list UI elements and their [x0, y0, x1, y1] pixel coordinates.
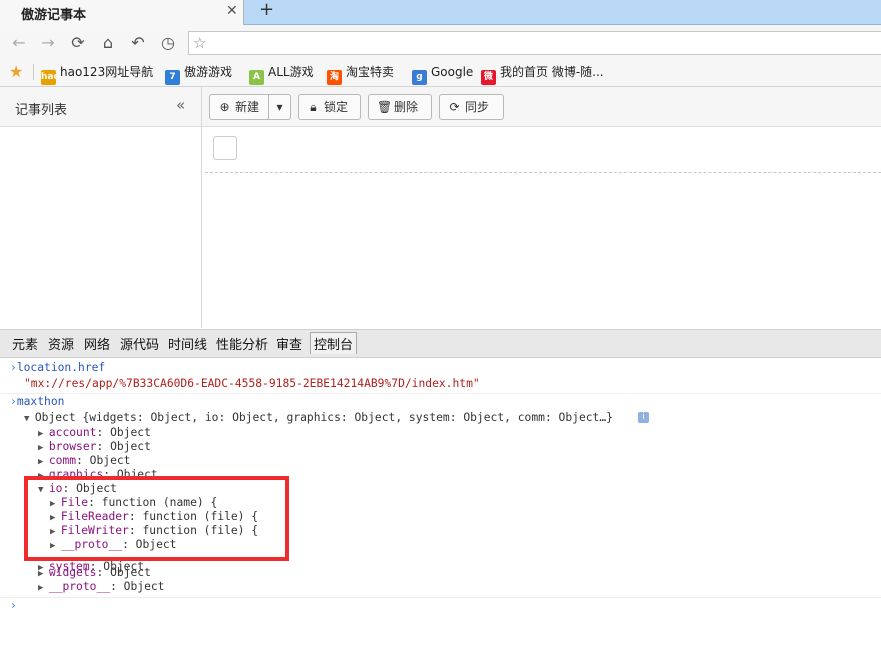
property-key: widgets [48, 566, 97, 579]
collapsed-triangle-icon: ▶ [38, 583, 49, 593]
colon: : [110, 580, 124, 593]
info-icon[interactable]: i [638, 412, 649, 423]
collapse-sidebar-icon[interactable]: « [176, 96, 185, 114]
close-tab-icon[interactable]: ✕ [226, 3, 238, 19]
property-value: Object [110, 426, 151, 439]
console-property: ▶ browser: Object [38, 440, 151, 455]
all-game-icon: A [249, 70, 264, 85]
bookmark-label: 傲游游戏 [184, 65, 233, 79]
history-icon[interactable]: ◷ [158, 33, 178, 53]
devtools-tab[interactable]: 资源 [48, 334, 74, 353]
console-separator [0, 393, 881, 394]
bookmark-item[interactable]: A ALL游戏 [249, 63, 314, 85]
property-value: Object [110, 440, 151, 453]
property-value: Object [123, 580, 165, 593]
favorite-star-icon[interactable]: ☆ [193, 34, 206, 52]
devtools-tab[interactable]: 元素 [12, 334, 38, 353]
console-property: ▶ widgets: Object [38, 566, 151, 581]
divider [205, 172, 881, 173]
forward-icon[interactable]: → [38, 33, 58, 53]
console-input-line: › [10, 599, 17, 613]
console-property: ▶ comm: Object [38, 454, 130, 469]
note-checkbox[interactable] [213, 136, 237, 160]
property-key: __proto__ [48, 580, 111, 593]
console-command: location.href [16, 361, 106, 374]
property-key: browser [48, 440, 97, 453]
home-icon[interactable]: ⌂ [98, 33, 118, 53]
refresh-icon[interactable]: ⟳ [68, 33, 88, 53]
bookmark-item[interactable]: 微我的首页 微博-随... [481, 63, 604, 85]
property-value: Object [89, 454, 131, 467]
maxthon-game-icon: 7 [165, 70, 180, 85]
console-separator [0, 597, 881, 598]
chevron-down-icon: ▾ [276, 100, 283, 114]
property-key: account [48, 426, 97, 439]
taobao-icon: 淘 [327, 70, 342, 85]
console-result: "mx://res/app/%7B33CA60D6-EADC-4558-9185… [24, 377, 480, 390]
collapsed-triangle-icon: ▶ [38, 429, 49, 439]
property-key: comm [48, 454, 77, 467]
sync-icon: ⟳ [449, 100, 460, 114]
delete-button[interactable]: 🗑︎ 删除 [368, 94, 432, 120]
weibo-icon: 微 [481, 70, 496, 85]
property-value: Object [110, 566, 151, 579]
devtools-tab[interactable]: 源代码 [120, 334, 159, 353]
highlight-box [24, 476, 289, 561]
address-bar[interactable]: ☆ [188, 31, 881, 55]
trash-icon: 🗑︎ [377, 100, 393, 114]
bookmark-item[interactable]: 7 傲游游戏 [165, 63, 233, 85]
bookmark-label: 我的首页 微博-随... [500, 65, 604, 79]
console-line: "mx://res/app/%7B33CA60D6-EADC-4558-9185… [24, 377, 480, 391]
lock-label: 锁定 [324, 100, 349, 114]
delete-label: 删除 [394, 100, 419, 114]
prompt-icon: › [10, 395, 17, 408]
bookmark-item[interactable]: 淘淘宝特卖 [327, 63, 395, 85]
bookmark-label: hao123网址导航 [60, 65, 154, 79]
tab-title: 傲游记事本 [21, 8, 87, 23]
devtools-tab[interactable]: 时间线 [168, 334, 207, 353]
colon: : [96, 566, 111, 579]
collapsed-triangle-icon: ▶ [38, 569, 49, 579]
sync-button[interactable]: ⟳ 同步 [439, 94, 504, 120]
bookmark-label: 淘宝特卖 [346, 65, 395, 79]
sync-label: 同步 [465, 100, 490, 114]
expanded-triangle-icon: ▼ [24, 414, 35, 424]
console-property: ▶ __proto__: Object [38, 580, 164, 595]
colon: : [96, 426, 111, 439]
plus-circle-icon: ⊕ [219, 100, 230, 114]
collapsed-triangle-icon: ▶ [38, 457, 49, 467]
devtools-tab[interactable]: 控制台 [310, 332, 358, 354]
google-icon: g [412, 70, 427, 85]
bookmark-item[interactable]: haohao123网址导航 [41, 63, 154, 85]
undo-close-icon[interactable]: ↶ [128, 33, 148, 53]
new-note-dropdown-button[interactable]: ▾ [268, 94, 291, 120]
devtools-tab[interactable]: 审查 [276, 334, 302, 353]
console-property: ▶ account: Object [38, 426, 151, 441]
hao123-icon: hao [41, 70, 60, 85]
console-line: ›location.href [10, 361, 105, 375]
object-summary: Object {widgets: Object, io: Object, gra… [34, 411, 613, 424]
console-line: ›maxthon [10, 395, 64, 409]
colon: : [96, 440, 111, 453]
sidebar-title: 记事列表 [15, 103, 68, 118]
new-note-label: 新建 [235, 100, 260, 114]
back-icon[interactable]: ← [9, 33, 29, 53]
bookmark-item[interactable]: g Google [412, 63, 474, 85]
devtools-tab[interactable]: 网络 [84, 334, 110, 353]
colon: : [76, 454, 90, 467]
new-note-button[interactable]: ⊕ 新建 [209, 94, 269, 120]
bookmark-label: Google [431, 65, 474, 79]
console-command: maxthon [16, 395, 65, 408]
favorites-star-icon[interactable]: ★ [9, 62, 23, 81]
lock-button[interactable]: 🔒︎ 锁定 [298, 94, 361, 120]
bookmark-label: ALL游戏 [268, 65, 314, 79]
prompt-icon: › [10, 361, 17, 374]
prompt-icon: › [10, 599, 17, 612]
console-line: ▼ Object {widgets: Object, io: Object, g… [24, 411, 613, 426]
lock-icon: 🔒︎ [310, 100, 317, 114]
collapsed-triangle-icon: ▶ [38, 443, 49, 453]
devtools-tab[interactable]: 性能分析 [216, 334, 268, 353]
bookmark-divider [33, 64, 34, 80]
new-tab-button[interactable]: + [259, 0, 274, 20]
